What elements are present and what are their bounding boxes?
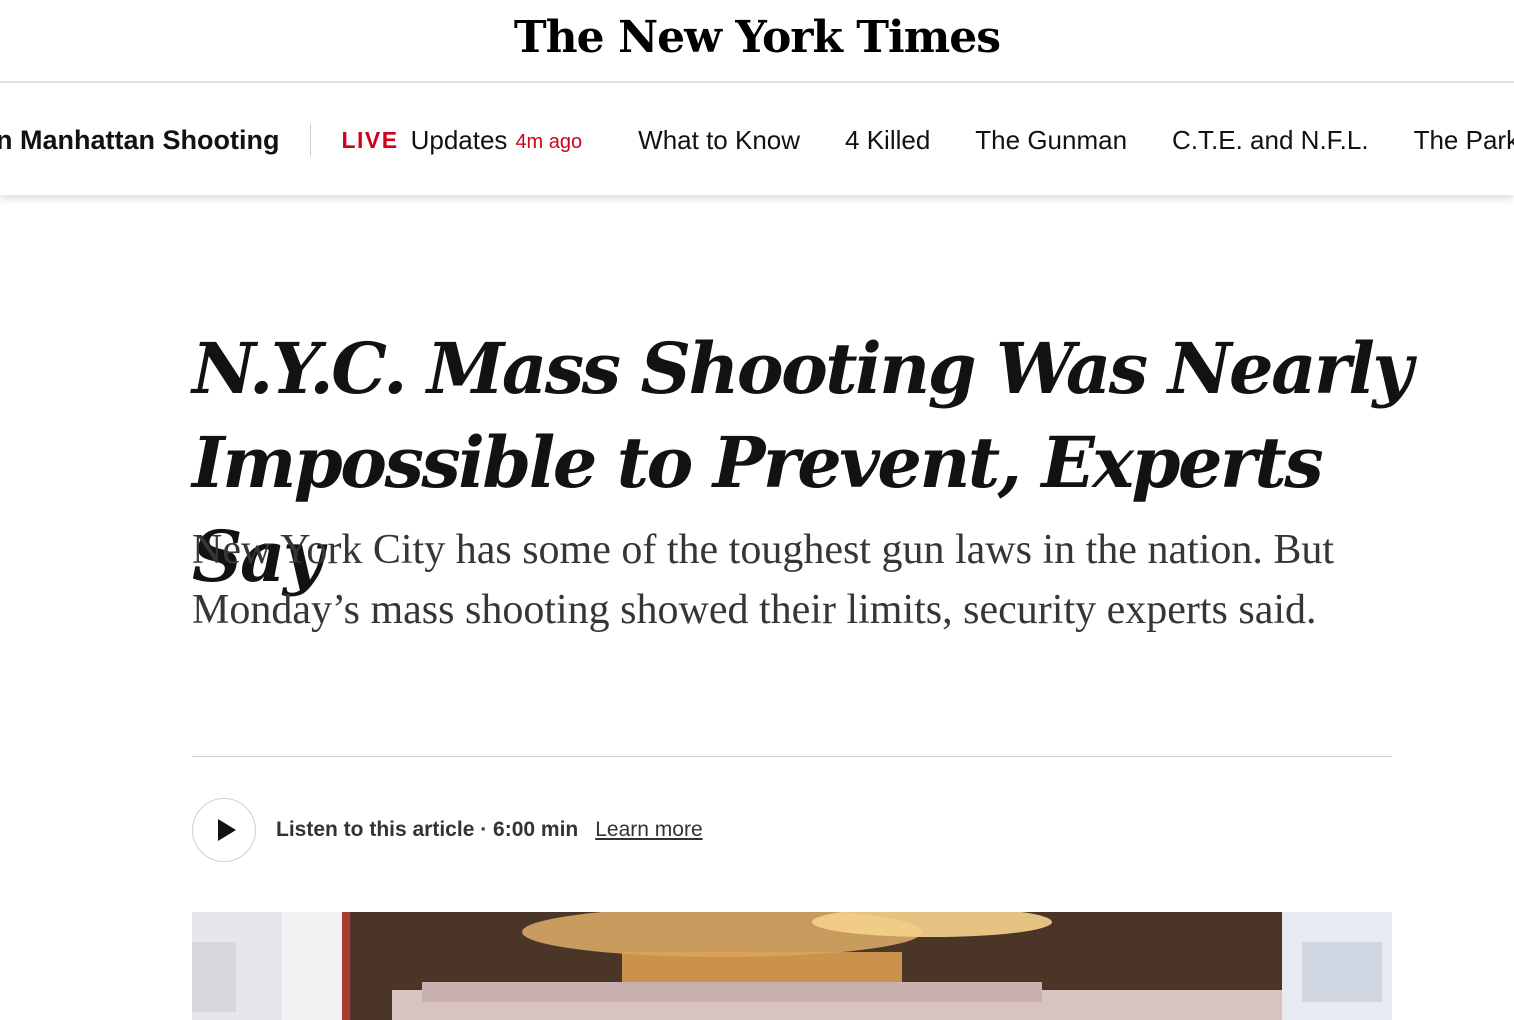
live-story-bar: n Manhattan Shooting LIVE Updates 4m ago…: [0, 85, 1514, 195]
live-label[interactable]: LIVE: [341, 127, 398, 154]
learn-more-link[interactable]: Learn more: [595, 818, 702, 842]
story-title[interactable]: n Manhattan Shooting: [0, 125, 279, 156]
article-photo: [192, 912, 1392, 1020]
updated-time-ago: 4m ago: [515, 130, 583, 153]
updates-link[interactable]: Updates: [411, 125, 508, 156]
article-summary: New York City has some of the toughest g…: [192, 527, 1335, 633]
play-icon: [217, 819, 236, 841]
listen-label: Listen to this article · 6:00 min: [276, 818, 579, 841]
divider: [310, 124, 312, 156]
play-button[interactable]: [192, 798, 256, 862]
nyt-logo[interactable]: The New York Times: [0, 12, 1514, 63]
nav-link-cte-and-nfl[interactable]: C.T.E. and N.F.L.: [1172, 125, 1369, 156]
nav-link-the-park[interactable]: The Park: [1414, 125, 1514, 156]
nav-link-the-gunman[interactable]: The Gunman: [975, 125, 1127, 156]
masthead: The New York Times: [0, 0, 1514, 83]
listen-bar: Listen to this article · 6:00 min Learn …: [192, 798, 703, 862]
divider-rule: [192, 756, 1392, 757]
nav-link-4-killed[interactable]: 4 Killed: [845, 125, 930, 156]
story-bar-content: n Manhattan Shooting LIVE Updates 4m ago…: [0, 85, 1514, 195]
nav-link-what-to-know[interactable]: What to Know: [638, 125, 800, 156]
photo-illustration: [192, 912, 1392, 1020]
